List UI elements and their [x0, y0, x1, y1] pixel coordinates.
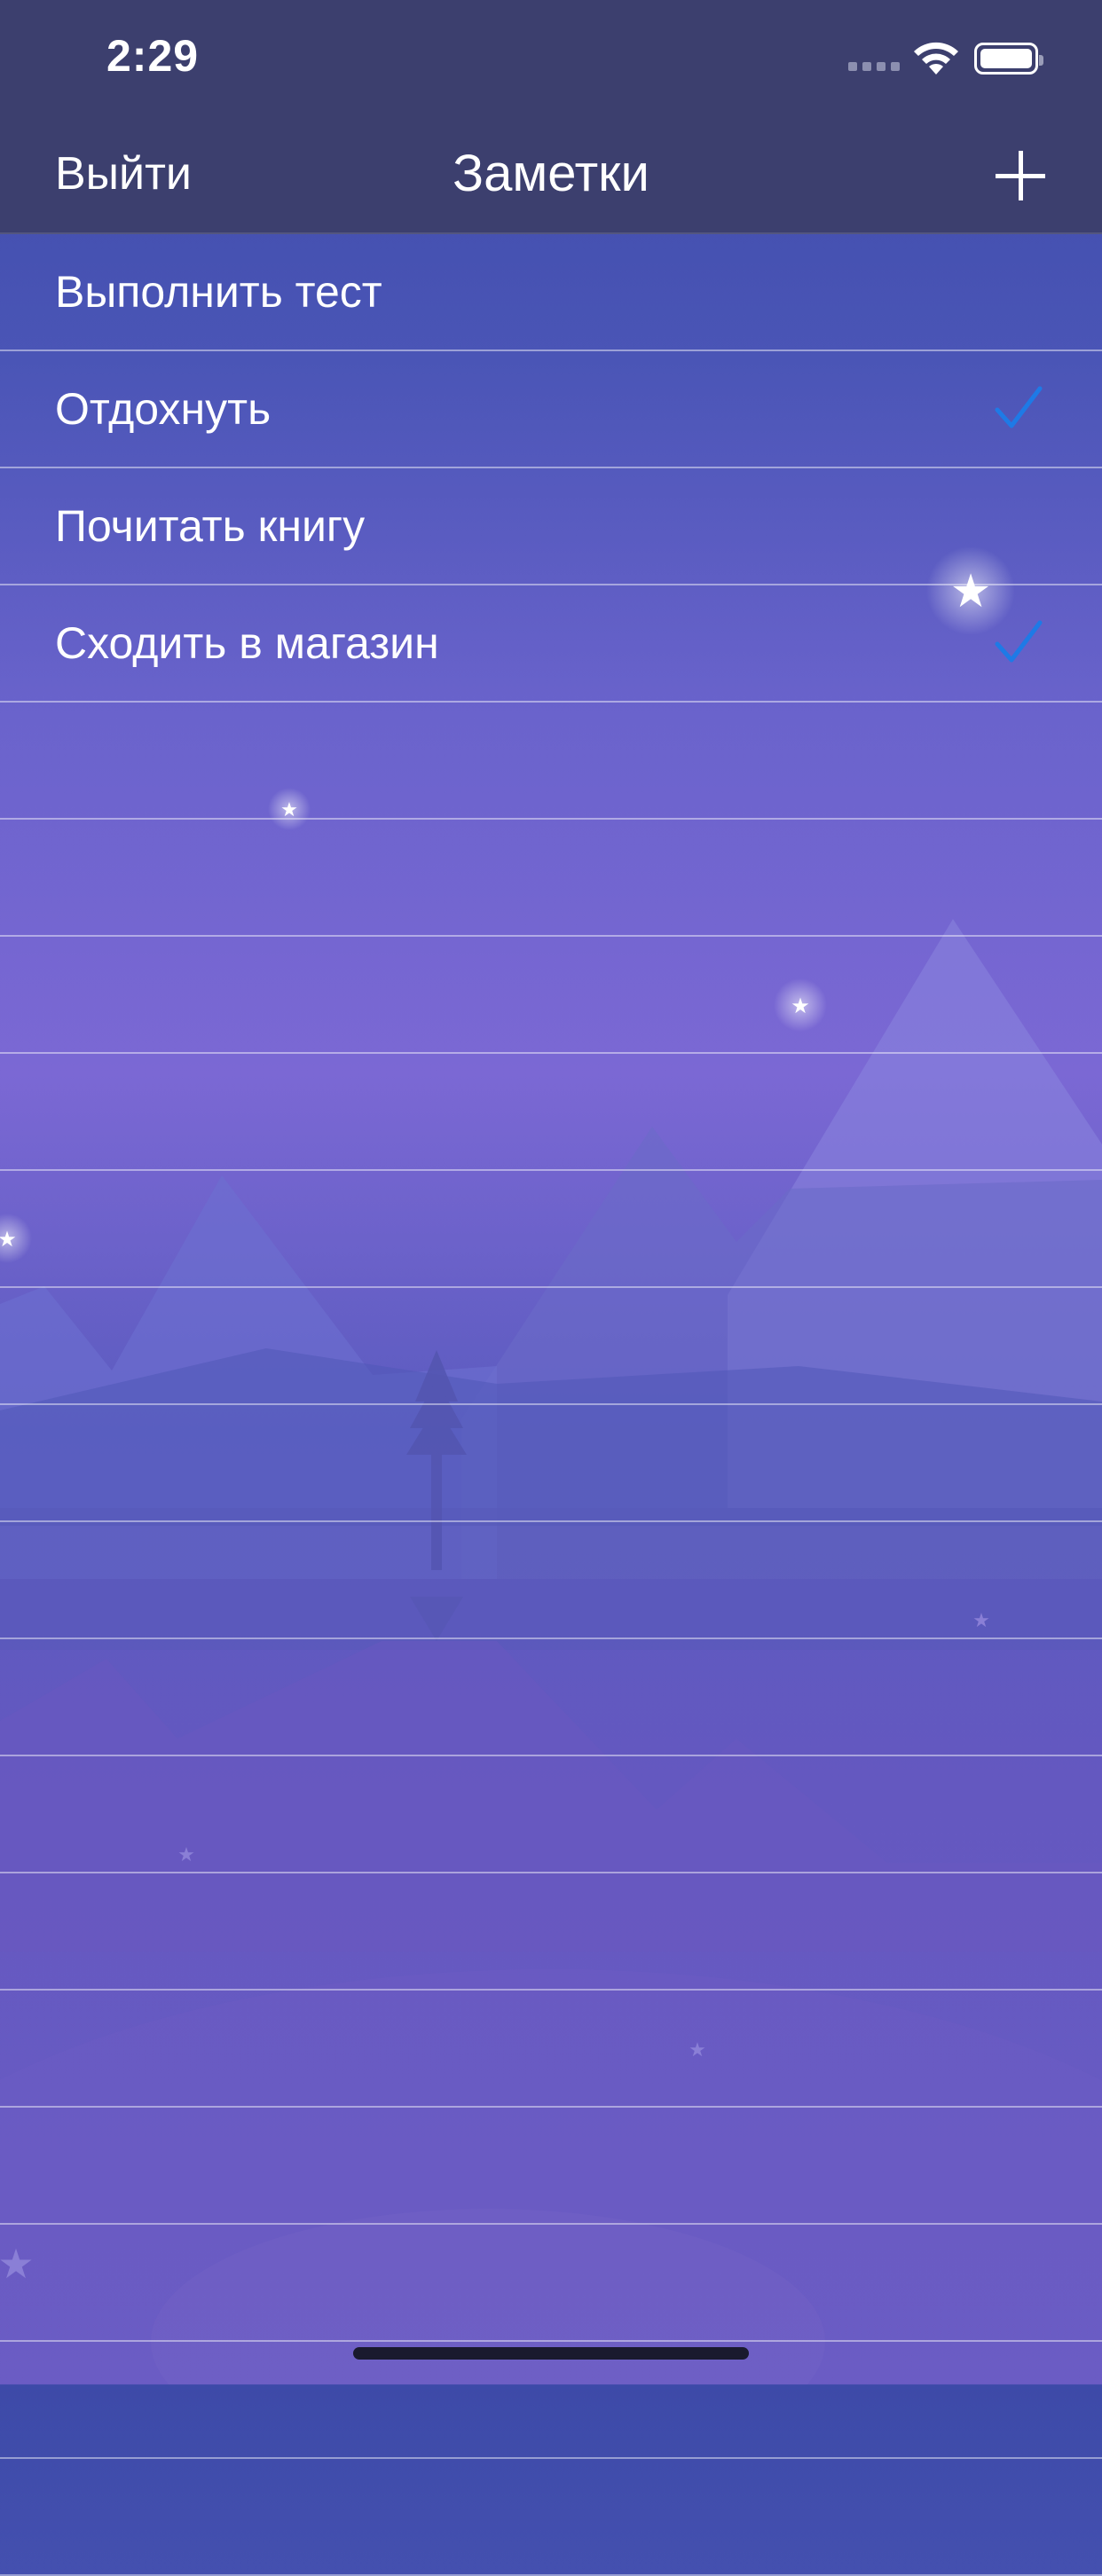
signal-icon [848, 62, 900, 71]
list-item[interactable] [0, 1288, 1102, 1405]
list-item[interactable] [0, 1171, 1102, 1288]
note-text: Отдохнуть [55, 384, 272, 434]
status-bar: 2:29 [0, 0, 1102, 117]
list-item[interactable] [0, 820, 1102, 937]
list-item[interactable] [0, 1054, 1102, 1171]
list-item[interactable] [0, 2108, 1102, 2225]
list-item[interactable]: Сходить в магазин [0, 585, 1102, 703]
list-item[interactable]: Выполнить тест [0, 234, 1102, 351]
list-item[interactable] [0, 1522, 1102, 1639]
note-text: Выполнить тест [55, 267, 382, 317]
checkmark-icon [995, 386, 1043, 428]
status-time: 2:29 [106, 31, 200, 81]
navigation-bar: Выйти Заметки [0, 117, 1102, 234]
home-indicator [353, 2347, 749, 2360]
plus-icon[interactable] [994, 149, 1047, 202]
notes-list: Выполнить тест Отдохнуть Почитать книгу Схо… [0, 234, 1102, 2576]
list-item[interactable] [0, 2459, 1102, 2576]
note-text: Почитать книгу [55, 501, 366, 551]
list-item[interactable] [0, 1756, 1102, 1873]
list-item[interactable] [0, 937, 1102, 1054]
note-text: Сходить в магазин [55, 618, 439, 668]
list-item[interactable] [0, 1639, 1102, 1756]
list-item[interactable] [0, 2225, 1102, 2342]
list-item[interactable] [0, 1991, 1102, 2108]
list-item[interactable] [0, 1405, 1102, 1522]
list-item[interactable]: Отдохнуть [0, 351, 1102, 468]
list-item[interactable] [0, 1873, 1102, 1991]
checkmark-icon [995, 620, 1043, 663]
battery-icon [974, 43, 1043, 75]
logout-button[interactable]: Выйти [55, 147, 192, 200]
wifi-icon [914, 42, 958, 75]
list-item[interactable] [0, 703, 1102, 820]
divider [0, 232, 1102, 234]
list-item[interactable]: Почитать книгу [0, 468, 1102, 585]
